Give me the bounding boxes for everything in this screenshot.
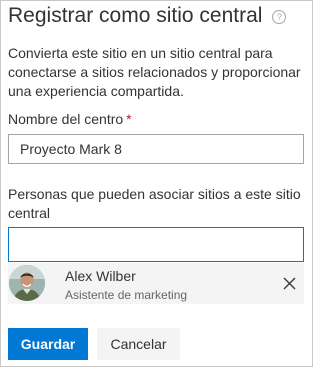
remove-person-button[interactable] bbox=[278, 272, 300, 294]
person-name: Alex Wilber bbox=[65, 268, 136, 284]
people-picker-input[interactable] bbox=[8, 227, 304, 262]
register-hub-panel: Registrar como sitio central ? Convierta… bbox=[0, 0, 313, 367]
panel-description: Convierta este sitio en un sitio central… bbox=[8, 45, 301, 99]
associate-people-label: Personas que pueden asociar sitios a est… bbox=[8, 186, 301, 221]
panel-title: Registrar como sitio central bbox=[8, 4, 263, 27]
hub-name-label: Nombre del centro * bbox=[8, 110, 132, 129]
user-photo-icon bbox=[9, 265, 45, 301]
selected-person-card: Alex Wilber Asistente de marketing bbox=[8, 263, 304, 304]
help-icon[interactable]: ? bbox=[272, 10, 287, 24]
hub-name-label-text: Nombre del centro bbox=[8, 111, 124, 127]
save-button[interactable]: Guardar bbox=[8, 328, 88, 360]
avatar bbox=[9, 265, 45, 301]
close-icon bbox=[283, 277, 295, 289]
hub-name-input[interactable] bbox=[8, 134, 304, 164]
person-role: Asistente de marketing bbox=[65, 288, 188, 302]
panel-header: Registrar como sitio central ? bbox=[8, 4, 287, 28]
required-marker: * bbox=[126, 111, 132, 127]
cancel-button[interactable]: Cancelar bbox=[97, 328, 180, 360]
